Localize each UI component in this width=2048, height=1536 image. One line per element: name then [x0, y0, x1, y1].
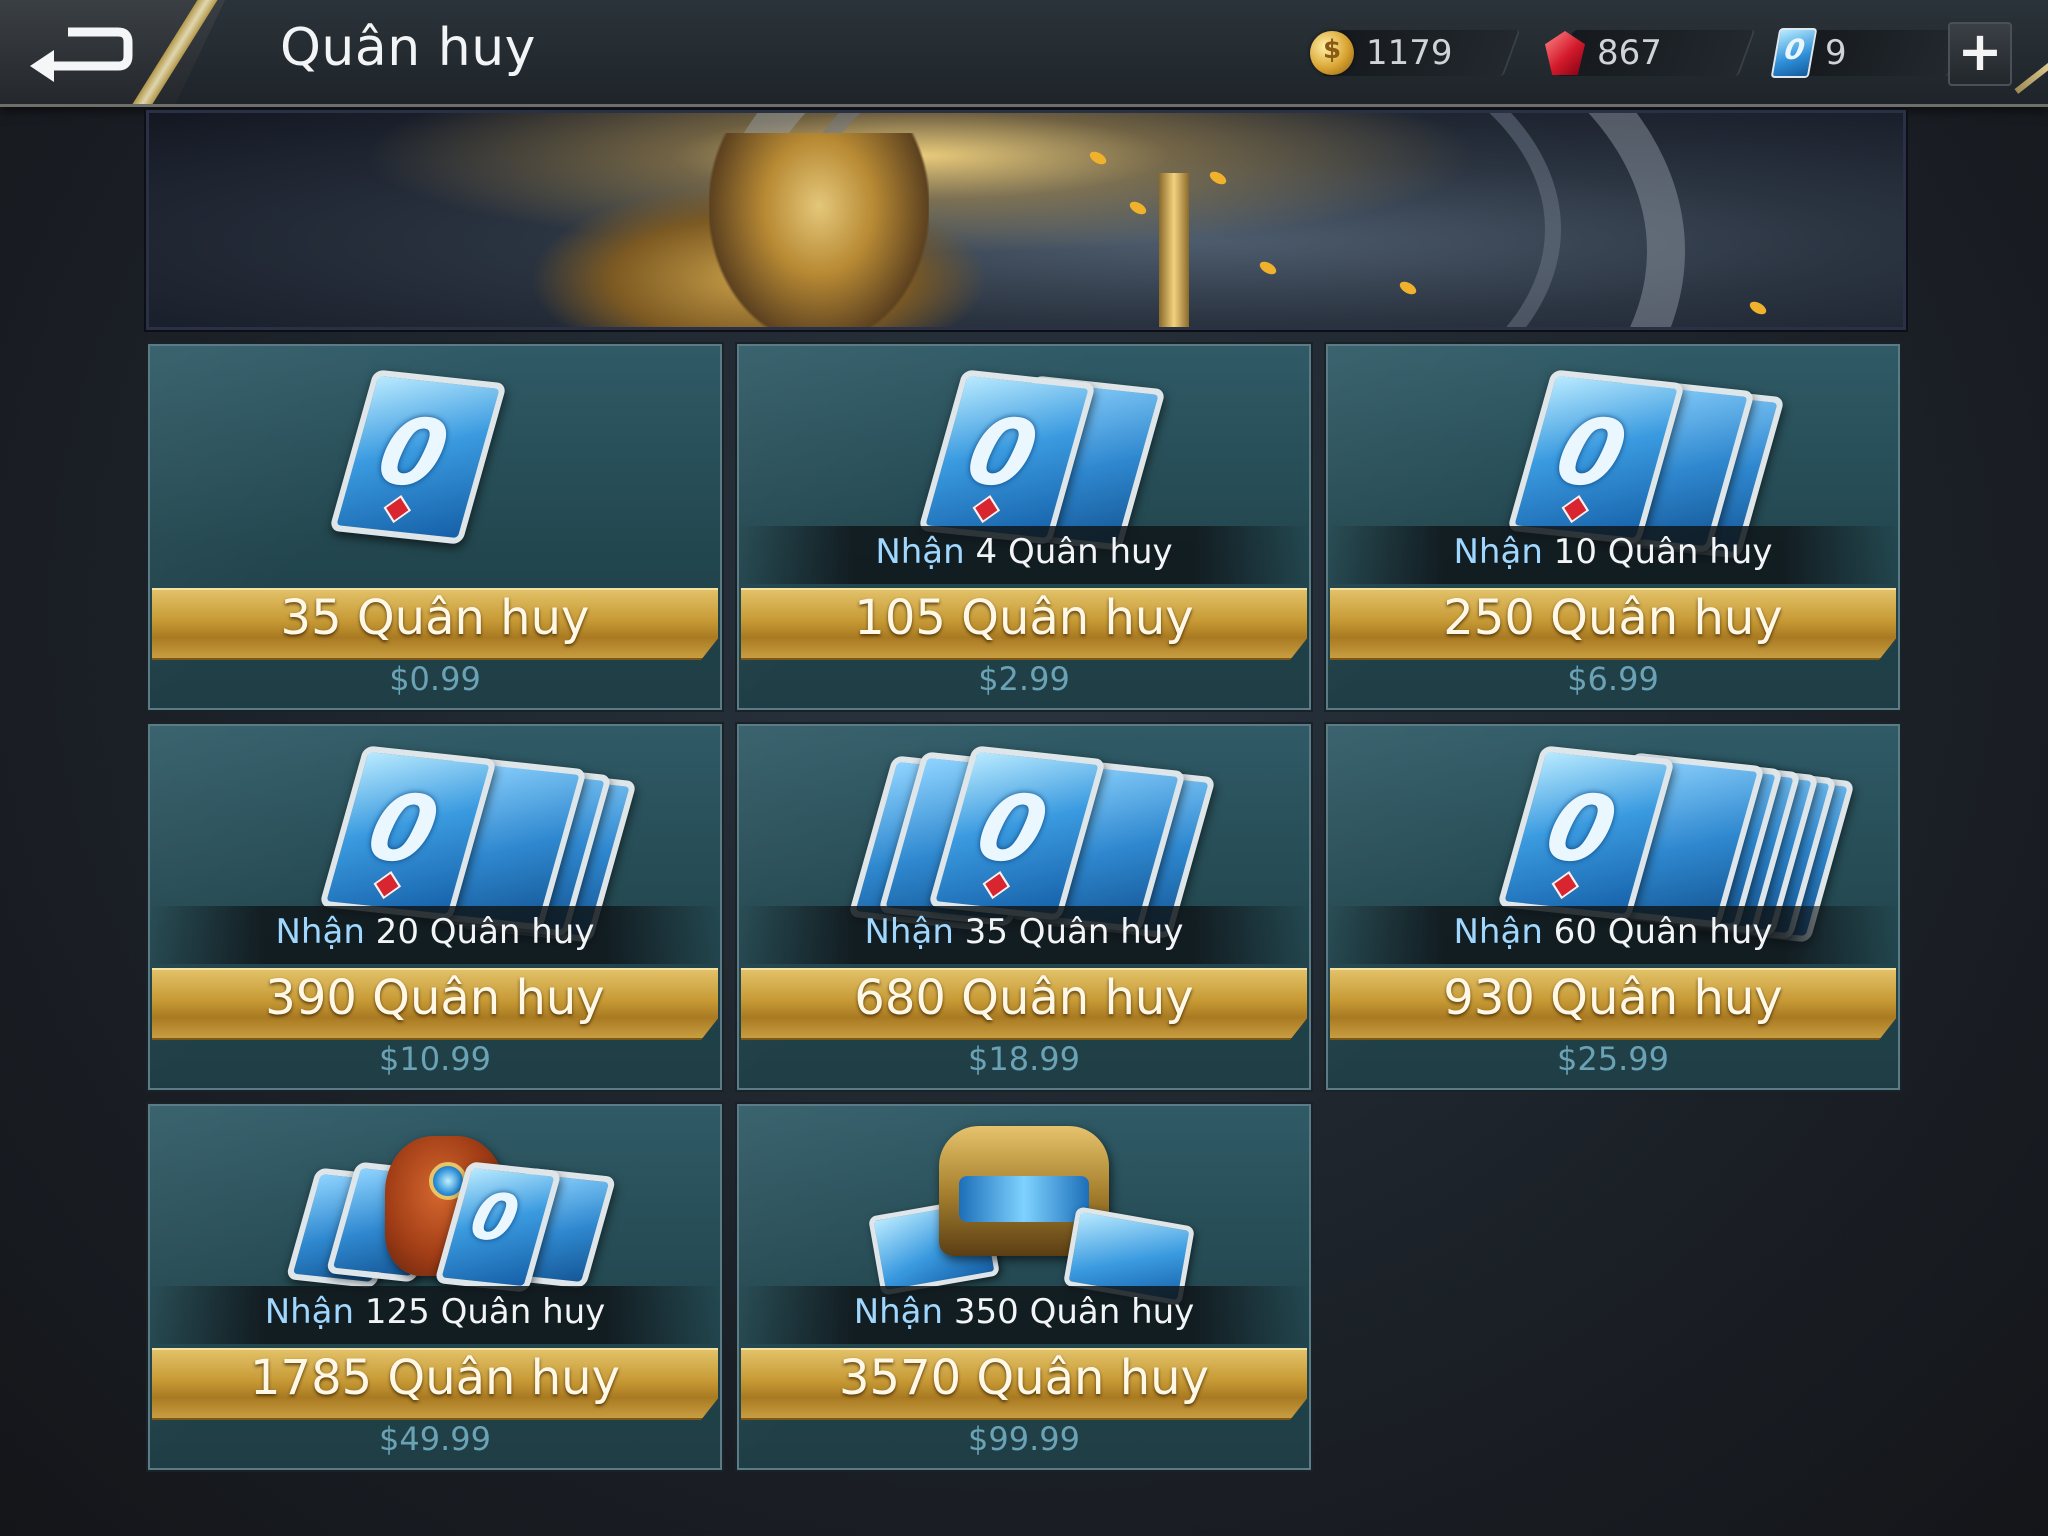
- pack-amount: 930 Quân huy: [1443, 970, 1783, 1026]
- pack-tile-930[interactable]: 0 Nhận 60 Quân huy 930 Quân huy $25.99: [1326, 724, 1900, 1090]
- voucher-card-icon: 0: [328, 369, 508, 545]
- pack-tile-105[interactable]: 0 Nhận 4 Quân huy 105 Quân huy $2.99: [737, 344, 1311, 710]
- pack-amount: 35 Quân huy: [280, 590, 590, 646]
- pack-price: $49.99: [379, 1420, 491, 1458]
- bonus-label: Nhận: [853, 1292, 944, 1332]
- gold-value: 1179: [1366, 33, 1453, 73]
- pack-bonus: Nhận 35 Quân huy: [739, 912, 1309, 952]
- bonus-label: Nhận: [1453, 912, 1543, 952]
- bonus-label: Nhận: [275, 912, 365, 952]
- back-arrow-icon: [30, 27, 133, 82]
- bonus-label: Nhận: [1453, 532, 1543, 572]
- pack-amount: 3570 Quân huy: [839, 1350, 1209, 1406]
- bonus-amount: 10 Quân huy: [1542, 532, 1773, 572]
- pack-tile-3570[interactable]: Nhận 350 Quân huy 3570 Quân huy $99.99: [737, 1104, 1311, 1470]
- bonus-label: Nhận: [875, 532, 965, 572]
- pack-art: 0: [1328, 726, 1898, 943]
- pack-price: $6.99: [1567, 660, 1659, 698]
- pack-price: $10.99: [379, 1040, 491, 1078]
- pack-amount: 250 Quân huy: [1443, 590, 1783, 646]
- pack-tile-1785[interactable]: 0 Nhận 125 Quân huy 1785 Quân huy $49.99: [148, 1104, 722, 1470]
- pack-art: 0: [150, 726, 720, 943]
- add-currency-button[interactable]: +: [1948, 22, 2012, 86]
- voucher-value: 9: [1825, 33, 1847, 73]
- hero-spear: [1159, 173, 1189, 327]
- hero-helmet: [709, 133, 929, 327]
- pack-tile-390[interactable]: 0 Nhận 20 Quân huy 390 Quân huy $10.99: [148, 724, 722, 1090]
- pack-tile-35[interactable]: 0 35 Quân huy $0.99: [148, 344, 722, 710]
- voucher-counter: 9: [1770, 26, 1966, 80]
- pack-amount: 390 Quân huy: [265, 970, 605, 1026]
- petal: [1747, 299, 1769, 317]
- pack-tile-680[interactable]: 0 Nhận 35 Quân huy 680 Quân huy $18.99: [737, 724, 1311, 1090]
- pack-art: 0: [739, 346, 1309, 551]
- pack-price: $25.99: [1557, 1040, 1669, 1078]
- bonus-amount: 35 Quân huy: [953, 912, 1184, 952]
- ruby-counter: 867: [1545, 26, 1756, 80]
- pack-amount: 680 Quân huy: [854, 970, 1194, 1026]
- pack-art: 0: [150, 1106, 720, 1306]
- bonus-amount: 4 Quân huy: [964, 532, 1173, 572]
- pack-bonus: Nhận 60 Quân huy: [1328, 912, 1898, 952]
- pack-amount: 1785 Quân huy: [250, 1350, 620, 1406]
- pack-art: 0: [1328, 346, 1898, 559]
- bonus-amount: 60 Quân huy: [1542, 912, 1773, 952]
- pack-price: $99.99: [968, 1420, 1080, 1458]
- pack-amount: 105 Quân huy: [854, 590, 1194, 646]
- pack-bonus: Nhận 20 Quân huy: [150, 912, 720, 952]
- bonus-label: Nhận: [264, 1292, 355, 1332]
- page-title: Quân huy: [280, 18, 536, 78]
- gold-coin-icon: [1310, 31, 1354, 75]
- corner-ornament: [2014, 52, 2048, 94]
- promo-banner: [146, 110, 1906, 330]
- pack-tile-250[interactable]: 0 Nhận 10 Quân huy 250 Quân huy $6.99: [1326, 344, 1900, 710]
- ruby-value: 867: [1597, 33, 1662, 73]
- bonus-amount: 20 Quân huy: [364, 912, 595, 952]
- pack-bonus: Nhận 4 Quân huy: [739, 532, 1309, 572]
- pack-price: $18.99: [968, 1040, 1080, 1078]
- pack-bonus: Nhận 125 Quân huy: [150, 1292, 720, 1332]
- bonus-label: Nhận: [864, 912, 954, 952]
- gold-counter: 1179: [1310, 26, 1521, 80]
- top-bar: Quân huy 1179 867 9 +: [0, 0, 2048, 107]
- pack-bonus: Nhận 10 Quân huy: [1328, 532, 1898, 572]
- bonus-amount: 350 Quân huy: [943, 1292, 1195, 1332]
- pack-art: 0: [739, 726, 1309, 939]
- bonus-amount: 125 Quân huy: [354, 1292, 606, 1332]
- pack-art: 0: [150, 346, 720, 546]
- pack-bonus: Nhận 350 Quân huy: [739, 1292, 1309, 1332]
- pack-price: $2.99: [978, 660, 1070, 698]
- pack-price: $0.99: [389, 660, 481, 698]
- pack-art: [739, 1106, 1309, 1306]
